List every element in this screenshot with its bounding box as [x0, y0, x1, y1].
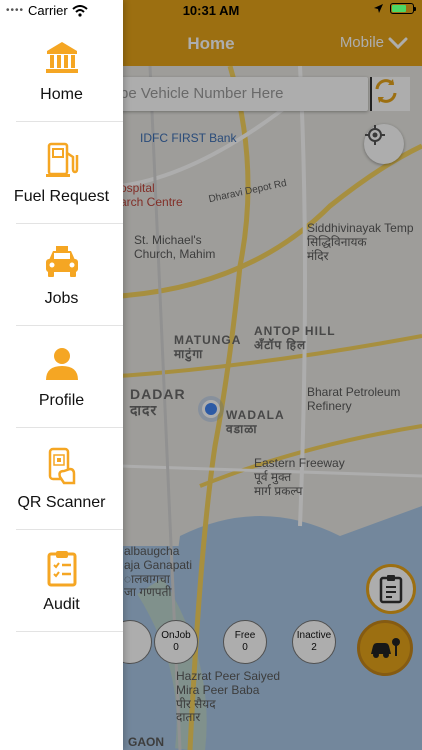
taxi-icon — [42, 242, 82, 282]
side-drawer: Home Fuel Request Jobs Profile QR Scanne… — [0, 0, 123, 750]
menu-label: QR Scanner — [17, 493, 106, 511]
menu-label: Home — [40, 85, 83, 103]
fuel-pump-icon — [42, 140, 82, 180]
clock: 10:31 AM — [182, 3, 240, 18]
screen: Home Mobile IDFC FIRST Bank Dharavi Depo… — [0, 0, 422, 750]
person-icon — [42, 344, 82, 384]
status-right — [373, 3, 416, 14]
location-arrow-icon — [374, 4, 383, 13]
menu-item-profile[interactable]: Profile — [16, 326, 123, 428]
menu-item-qr-scanner[interactable]: QR Scanner — [16, 428, 123, 530]
menu-item-audit[interactable]: Audit — [16, 530, 123, 632]
menu-label: Audit — [43, 595, 80, 613]
menu-item-fuel-request[interactable]: Fuel Request — [13, 122, 123, 224]
drawer-menu: Home Fuel Request Jobs Profile QR Scanne… — [0, 20, 123, 632]
menu-label: Jobs — [44, 289, 79, 307]
menu-item-home[interactable]: Home — [16, 20, 123, 122]
menu-label: Fuel Request — [13, 187, 110, 205]
clipboard-icon — [42, 548, 82, 588]
menu-label: Profile — [38, 391, 85, 409]
status-bar: •••• Carrier 10:31 AM — [0, 0, 422, 20]
qr-phone-icon — [42, 446, 82, 486]
battery-icon — [390, 3, 416, 14]
menu-item-jobs[interactable]: Jobs — [16, 224, 123, 326]
bank-icon — [42, 38, 82, 78]
